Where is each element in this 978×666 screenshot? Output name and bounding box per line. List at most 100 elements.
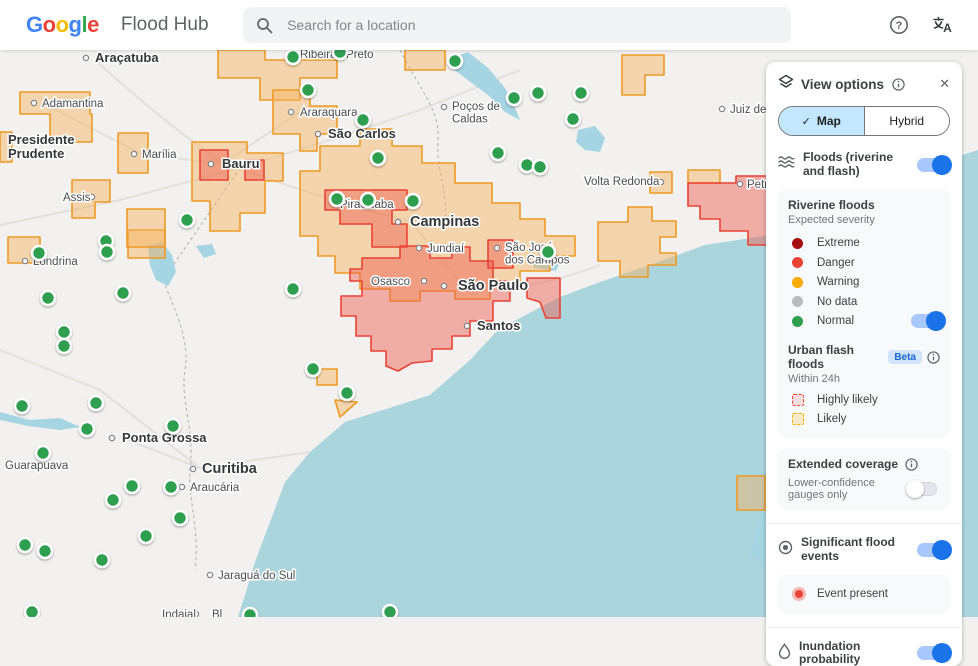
gauge-marker[interactable] — [93, 551, 111, 569]
gauge-marker[interactable] — [55, 323, 73, 341]
gauge-marker[interactable] — [572, 84, 590, 102]
city-marker — [30, 99, 38, 107]
gauge-marker[interactable] — [284, 280, 302, 298]
city-label: São Carlos — [328, 126, 396, 141]
gauge-marker[interactable] — [505, 89, 523, 107]
city-label: Volta Redonda — [584, 176, 660, 188]
city-marker — [314, 130, 322, 138]
city-label: Ponta Grossa — [122, 430, 207, 445]
gauge-marker[interactable] — [171, 509, 189, 527]
gauge-marker[interactable] — [564, 110, 582, 128]
gauge-marker[interactable] — [284, 50, 302, 66]
normal-gauges-toggle[interactable] — [910, 311, 946, 332]
gauge-marker[interactable] — [446, 52, 464, 70]
gauge-marker[interactable] — [137, 527, 155, 545]
city-marker — [21, 257, 29, 265]
gauge-marker[interactable] — [104, 491, 122, 509]
severity-dot — [792, 315, 803, 327]
gauge-marker[interactable] — [531, 158, 549, 176]
tab-hybrid[interactable]: Hybrid — [863, 107, 949, 135]
gauge-marker[interactable] — [241, 606, 259, 617]
gauge-marker[interactable] — [369, 149, 387, 167]
flood-area-likely[interactable] — [404, 50, 446, 71]
gauge-marker[interactable] — [354, 111, 372, 129]
gauge-marker[interactable] — [36, 542, 54, 560]
city-label: Assis — [63, 192, 91, 204]
gauge-marker[interactable] — [162, 478, 180, 496]
urban-legend-row: Likely — [792, 410, 940, 430]
gauge-marker[interactable] — [23, 603, 41, 617]
city-marker — [287, 108, 295, 116]
events-toggle[interactable] — [916, 539, 952, 560]
city-marker — [206, 571, 214, 579]
app-title: Flood Hub — [120, 14, 209, 35]
close-icon[interactable]: ✕ — [939, 76, 950, 92]
google-logo: Google — [26, 12, 99, 37]
gauge-marker[interactable] — [87, 394, 105, 412]
gauge-marker[interactable] — [331, 50, 349, 61]
gauge-marker[interactable] — [164, 417, 182, 435]
city-label: Adamantina — [42, 98, 104, 110]
search-box[interactable] — [242, 7, 791, 43]
gauge-marker[interactable] — [34, 444, 52, 462]
floods-toggle[interactable] — [916, 154, 952, 175]
gauge-marker[interactable] — [78, 420, 96, 438]
help-icon[interactable]: ? — [888, 14, 910, 36]
gauge-marker[interactable] — [489, 144, 507, 162]
urban-label: Highly likely — [817, 393, 878, 406]
gauge-marker[interactable] — [16, 536, 34, 554]
severity-legend-row: Normal — [792, 311, 946, 332]
events-icon — [778, 540, 793, 560]
gauge-marker[interactable] — [359, 191, 377, 209]
gauge-marker[interactable] — [123, 477, 141, 495]
city-label: Presidente — [8, 132, 74, 147]
gauge-marker[interactable] — [55, 337, 73, 355]
urban-info-icon[interactable] — [927, 350, 940, 364]
gauge-marker[interactable] — [98, 243, 116, 261]
gauge-marker[interactable] — [13, 397, 31, 415]
gauge-marker[interactable] — [328, 190, 346, 208]
gauge-marker[interactable] — [529, 84, 547, 102]
city-label: Campinas — [410, 214, 479, 230]
severity-legend-row: Danger — [792, 253, 940, 273]
info-icon[interactable] — [892, 77, 905, 91]
gauge-marker[interactable] — [30, 244, 48, 262]
city-label: Jaraguá do Sul — [218, 570, 295, 582]
city-marker — [718, 105, 726, 113]
map-type-segmented: ✓ Map Hybrid — [778, 106, 950, 136]
city-marker — [130, 150, 138, 158]
city-label: Curitiba — [202, 461, 258, 477]
gauge-marker[interactable] — [404, 192, 422, 210]
gauge-marker[interactable] — [178, 211, 196, 229]
extended-toggle[interactable] — [906, 479, 940, 499]
gauge-marker[interactable] — [114, 284, 132, 302]
svg-text:?: ? — [896, 20, 903, 32]
extended-info-icon[interactable] — [905, 457, 918, 471]
gauge-marker[interactable] — [299, 81, 317, 99]
gauge-marker[interactable] — [381, 603, 399, 617]
translate-icon[interactable]: A — [932, 14, 954, 36]
urban-title: Urban flash floods — [788, 343, 855, 372]
gauge-marker[interactable] — [39, 289, 57, 307]
inundation-row: Inundation probability — [778, 639, 952, 666]
floods-row: Floods (riverine and flash) — [778, 150, 952, 179]
city-marker — [440, 103, 448, 111]
flood-area-likely[interactable] — [736, 475, 766, 511]
gauge-marker[interactable] — [304, 360, 322, 378]
gauge-marker[interactable] — [338, 384, 356, 402]
city-label: Santos — [477, 318, 520, 333]
flood-area-likely[interactable] — [126, 208, 166, 248]
severity-legend-row: No data — [792, 292, 940, 312]
city-label: Osasco — [371, 276, 410, 288]
gauge-marker[interactable] — [518, 156, 536, 174]
flood-area-likely[interactable] — [687, 169, 721, 184]
extended-coverage-card: Extended coverage Lower-confidence gauge… — [778, 448, 950, 511]
city-label: dos Campos — [505, 255, 570, 267]
city-marker — [207, 160, 215, 168]
floods-label: Floods (riverine and flash) — [803, 150, 894, 178]
top-bar: Google Flood Hub ? A — [0, 0, 978, 50]
search-input[interactable] — [285, 16, 779, 34]
tab-map[interactable]: ✓ Map — [779, 107, 864, 135]
inundation-toggle[interactable] — [916, 643, 952, 664]
gauge-marker[interactable] — [539, 243, 557, 261]
